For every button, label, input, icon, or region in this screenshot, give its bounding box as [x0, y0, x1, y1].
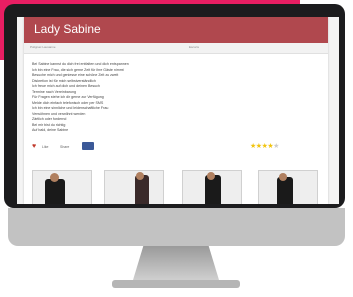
description-line: Für Fragen stehe ich dir gerne zur Verfü… [32, 95, 104, 99]
photo-thumbnail[interactable] [182, 170, 242, 204]
rating-stars[interactable]: ★★★★★ [250, 142, 279, 150]
description-line: Melde dich einfach telefonisch oder per … [32, 100, 104, 105]
description-line: Ich bin eine sinnliche und leidenschaftl… [32, 106, 109, 110]
web-page: Lady Sabine Polignac Lausanne Escorts Be… [24, 17, 328, 204]
photo-thumbnail[interactable] [32, 170, 92, 204]
site-title[interactable]: Lady Sabine [34, 22, 101, 36]
profile-actions: ♥ Like Share ★★★★★ [32, 142, 322, 154]
description-line: Besuche mich und geniesse eine schöne Ze… [32, 73, 119, 77]
like-label[interactable]: Like [42, 145, 48, 149]
photo-gallery [32, 170, 328, 204]
photo-thumbnail[interactable] [258, 170, 318, 204]
description-line: Verwöhnen und verwöhnt werden [32, 111, 86, 116]
description-line: Diskretion ist für mich selbstverständli… [32, 78, 96, 83]
description-line: Auf bald, deine Sabine [32, 128, 69, 132]
description-line: Bei mir bist du richtig [32, 122, 66, 127]
description-line: Termine nach Vereinbarung [32, 89, 76, 94]
photo-thumbnail[interactable] [104, 170, 164, 204]
description-line: Zärtlich oder fordernd [32, 117, 67, 121]
monitor-chin [8, 208, 345, 246]
description-line: Bei Sabine kannst du dich frei entfalten… [32, 62, 129, 66]
profile-description: Bei Sabine kannst du dich frei entfalten… [32, 62, 272, 134]
monitor-stand-neck [133, 246, 219, 280]
facebook-share-button[interactable] [82, 142, 94, 150]
description-line: Ich bin eine Frau, die sich gerne Zeit f… [32, 67, 124, 72]
share-label[interactable]: Share [60, 145, 69, 149]
breadcrumb: Polignac Lausanne Escorts [24, 43, 328, 54]
site-header: Lady Sabine [24, 17, 328, 43]
star-icon[interactable]: ★ [273, 143, 279, 150]
description-line: Ich freue mich auf dich und deinen Besuc… [32, 84, 100, 88]
monitor-screen: Lady Sabine Polignac Lausanne Escorts Be… [17, 17, 339, 204]
breadcrumb-location[interactable]: Polignac Lausanne [30, 45, 56, 49]
monitor-stand-base [112, 280, 240, 288]
monitor-bezel: Lady Sabine Polignac Lausanne Escorts Be… [4, 4, 345, 208]
heart-icon[interactable]: ♥ [32, 143, 40, 151]
breadcrumb-category[interactable]: Escorts [189, 45, 199, 49]
